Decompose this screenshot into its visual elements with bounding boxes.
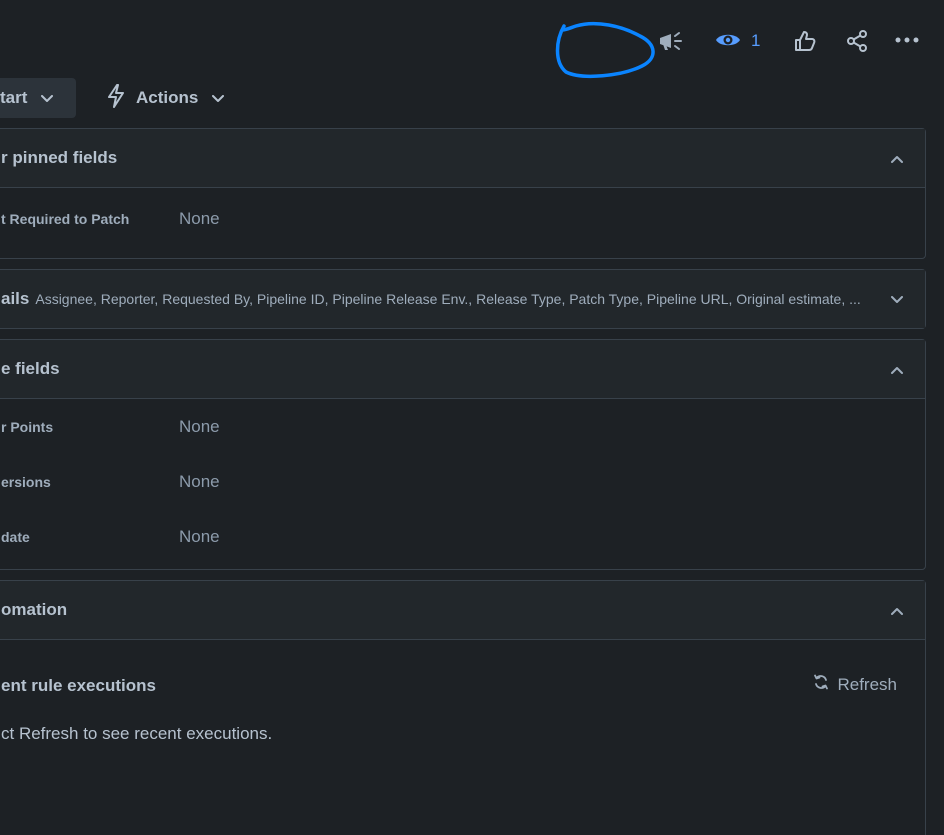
- details-title: ails: [1, 289, 30, 308]
- details-panel: ails Assignee, Reporter, Requested By, P…: [0, 269, 926, 329]
- field-row: date None: [0, 509, 925, 564]
- more-fields-title: e fields: [1, 359, 60, 378]
- eye-icon[interactable]: [714, 28, 742, 52]
- more-icon[interactable]: [893, 28, 921, 52]
- automation-body: ent rule executions Refresh ct Refresh t…: [0, 640, 925, 835]
- actions-button-label: Actions: [136, 88, 199, 107]
- chevron-up-icon[interactable]: [891, 600, 903, 620]
- lightning-icon: [106, 83, 126, 113]
- field-label: ersions: [1, 473, 51, 490]
- field-value[interactable]: None: [179, 472, 220, 492]
- recent-executions-title: ent rule executions: [1, 676, 156, 695]
- start-button[interactable]: tart: [0, 78, 76, 118]
- actions-button[interactable]: Actions: [100, 78, 230, 118]
- field-row: t Required to Patch None: [0, 188, 925, 249]
- field-row: r Points None: [0, 399, 925, 454]
- pinned-fields-header[interactable]: r pinned fields: [0, 129, 925, 188]
- field-value[interactable]: None: [179, 209, 220, 229]
- field-label: r Points: [1, 418, 54, 435]
- thumbs-up-icon[interactable]: [791, 27, 819, 55]
- chevron-down-icon: [212, 88, 225, 108]
- chevron-down-icon[interactable]: [891, 289, 903, 309]
- automation-header[interactable]: omation: [0, 581, 925, 640]
- more-fields-header[interactable]: e fields: [0, 340, 925, 399]
- field-row: ersions None: [0, 454, 925, 509]
- details-summary: Assignee, Reporter, Requested By, Pipeli…: [35, 291, 861, 307]
- share-icon[interactable]: [843, 27, 871, 55]
- pinned-fields-title: r pinned fields: [1, 148, 118, 167]
- field-label: date: [1, 528, 30, 545]
- refresh-button-label: Refresh: [837, 674, 897, 694]
- automation-panel: omation ent rule executions Refresh ct R…: [0, 580, 926, 835]
- automation-title: omation: [1, 600, 68, 619]
- field-value[interactable]: None: [179, 417, 220, 437]
- annotation-scribble: [555, 21, 655, 78]
- pinned-fields-panel: r pinned fields t Required to Patch None: [0, 128, 926, 259]
- field-label: t Required to Patch: [1, 210, 130, 227]
- refresh-button[interactable]: Refresh: [813, 674, 897, 695]
- refresh-hint: ct Refresh to see recent executions.: [1, 724, 273, 743]
- field-value[interactable]: None: [179, 527, 220, 547]
- megaphone-icon[interactable]: [655, 27, 687, 55]
- chevron-up-icon[interactable]: [891, 359, 903, 379]
- chevron-up-icon[interactable]: [891, 148, 903, 168]
- chevron-down-icon: [41, 88, 54, 108]
- issue-sidebar: 1 tart Actions r pinned fields t Require…: [0, 0, 944, 835]
- watch-count[interactable]: 1: [751, 31, 760, 51]
- details-header[interactable]: ails Assignee, Reporter, Requested By, P…: [0, 270, 925, 328]
- more-fields-panel: e fields r Points None ersions None date…: [0, 339, 926, 570]
- refresh-icon: [813, 674, 829, 695]
- start-button-label: tart: [0, 88, 28, 107]
